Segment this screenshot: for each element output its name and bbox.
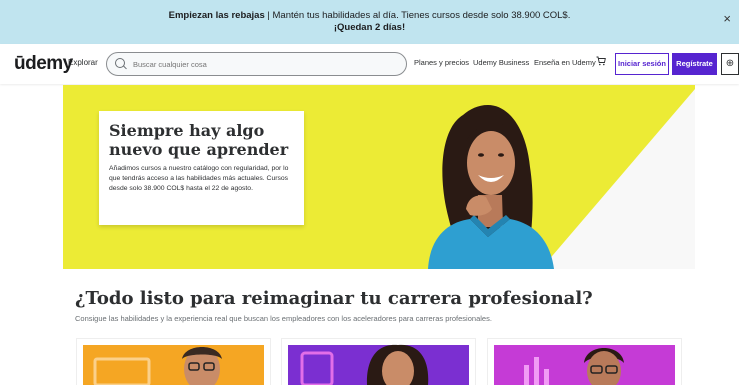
globe-icon: ⊕ [725, 58, 735, 69]
career-card-2-image [288, 344, 469, 385]
career-card-3[interactable] [487, 338, 682, 385]
promo-bold-text: Empiezan las rebajas [168, 10, 265, 21]
career-card-2[interactable] [281, 338, 476, 385]
career-card-1-image [83, 345, 264, 385]
language-button[interactable]: ⊕ [721, 53, 739, 75]
close-icon[interactable]: × [723, 12, 731, 25]
hero-person-image [428, 105, 554, 269]
udemy-logo[interactable]: ūdemy [14, 53, 73, 75]
promo-detail: | Mantén tus habilidades al día. Tienes … [264, 10, 571, 21]
login-button[interactable]: Iniciar sesión [615, 53, 669, 75]
section-subtitle: Consigue las habilidades y la experienci… [75, 314, 492, 323]
signup-button[interactable]: Regístrate [672, 53, 717, 75]
explore-link[interactable]: Explorar [68, 58, 98, 67]
career-card-1[interactable] [76, 338, 271, 385]
promo-banner: Empiezan las rebajas | Mantén tus habili… [0, 0, 739, 44]
cart-icon[interactable] [596, 56, 606, 66]
search-input[interactable] [131, 56, 395, 72]
nav-plans-link[interactable]: Planes y precios [414, 58, 469, 67]
hero-body: Añadimos cursos a nuestro catálogo con r… [109, 165, 289, 192]
nav-business-link[interactable]: Udemy Business [473, 58, 529, 67]
logo-text: ūdemy [14, 53, 73, 74]
hero-card: Siempre hay algo nuevo que aprender Añad… [99, 111, 304, 225]
site-header: ūdemy Explorar Planes y precios Udemy Bu… [0, 44, 739, 84]
section-title: ¿Todo listo para reimaginar tu carrera p… [75, 288, 593, 309]
search-bar[interactable] [106, 52, 407, 76]
promo-text: Empiezan las rebajas | Mantén tus habili… [0, 10, 739, 22]
nav-teach-link[interactable]: Enseña en Udemy [534, 58, 596, 67]
hero-title: Siempre hay algo nuevo que aprender [109, 121, 289, 159]
search-icon [115, 58, 125, 68]
hero-banner: Siempre hay algo nuevo que aprender Añad… [63, 85, 695, 269]
promo-countdown: ¡Quedan 2 días! [333, 22, 406, 33]
career-card-3-image [494, 345, 675, 385]
